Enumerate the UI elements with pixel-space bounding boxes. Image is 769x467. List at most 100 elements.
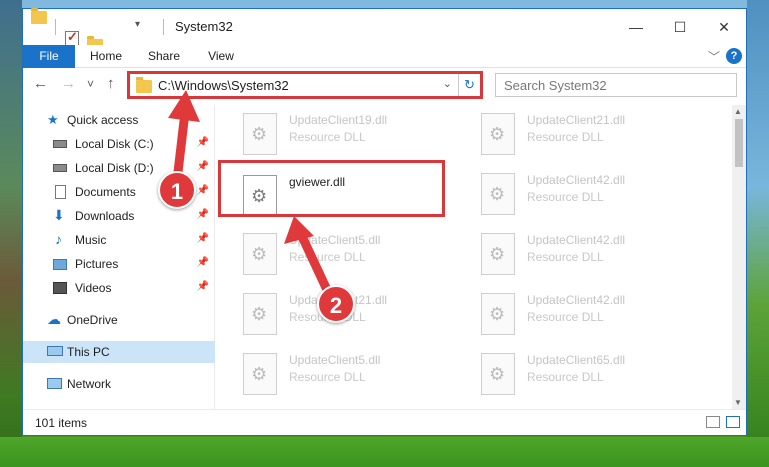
pin-icon[interactable]: 📌 — [197, 257, 209, 268]
file-item[interactable]: UpdateClient21.dll Resource DLL — [481, 111, 711, 161]
item-count: 101 items — [35, 416, 88, 430]
file-item[interactable]: UpdateClient65.dll Resource DLL — [481, 351, 711, 401]
dll-file-icon — [481, 293, 515, 335]
sidebar-item-label: Downloads — [75, 209, 135, 223]
divider — [55, 19, 56, 35]
pin-icon[interactable]: 📌 — [197, 137, 209, 148]
file-type: Resource DLL — [527, 190, 604, 204]
music-icon: ♪ — [55, 231, 62, 247]
file-type: Resource DLL — [527, 130, 604, 144]
sidebar-item-onedrive[interactable]: ☁ OneDrive — [23, 309, 215, 331]
file-item[interactable]: UpdateClient19.dll Resource DLL — [243, 111, 473, 161]
pin-icon[interactable]: 📌 — [197, 161, 209, 172]
file-list-pane: UpdateClient19.dll Resource DLL gviewer.… — [223, 105, 735, 409]
computer-icon — [47, 346, 63, 356]
desktop-background-right — [747, 0, 769, 467]
dll-file-icon — [481, 233, 515, 275]
search-input[interactable]: Search System32 — [495, 73, 737, 97]
status-bar: 101 items — [23, 409, 746, 435]
scrollbar-thumb[interactable] — [735, 119, 743, 167]
back-button[interactable]: ← — [33, 75, 48, 92]
sidebar-item-music[interactable]: ♪ Music 📌 — [23, 229, 215, 251]
file-item[interactable]: UpdateClient5.dll Resource DLL — [243, 351, 473, 401]
expand-ribbon-icon[interactable]: ﹀ — [708, 48, 720, 65]
dll-file-icon — [243, 293, 277, 335]
sidebar-item-local-disk-c[interactable]: Local Disk (C:) 📌 — [23, 133, 215, 155]
title-bar: ▾ System32 — ☐ ✕ — [23, 8, 746, 65]
large-icons-view-icon[interactable] — [726, 416, 740, 428]
file-highlight-box — [218, 160, 445, 217]
sidebar-item-label: This PC — [67, 345, 110, 359]
download-icon: ⬇ — [53, 207, 65, 223]
file-type: Resource DLL — [527, 370, 604, 384]
pin-icon[interactable]: 📌 — [197, 281, 209, 292]
dll-file-icon — [243, 113, 277, 155]
up-button[interactable]: ↑ — [107, 75, 115, 92]
dll-file-icon — [481, 353, 515, 395]
close-button[interactable]: ✕ — [704, 15, 744, 39]
sidebar-item-label: OneDrive — [67, 313, 118, 327]
file-item[interactable]: UpdateClient42.dll Resource DLL — [481, 291, 711, 341]
pin-icon[interactable]: 📌 — [197, 209, 209, 220]
file-type: Resource DLL — [289, 370, 366, 384]
ribbon-tabs: File Home Share View ﹀ ? — [23, 45, 746, 68]
scroll-down-icon[interactable]: ▼ — [734, 398, 742, 407]
sidebar-item-label: Music — [75, 233, 107, 247]
sidebar-item-label: Local Disk (D:) — [75, 161, 154, 175]
file-type: Resource DLL — [289, 250, 366, 264]
file-name: UpdateClient65.dll — [527, 353, 626, 367]
star-icon: ★ — [47, 112, 59, 127]
navigation-pane: ★ Quick access Local Disk (C:) 📌 Local D… — [23, 105, 215, 409]
file-item[interactable]: UpdateClient21.dll Resource DLL — [243, 291, 473, 341]
folder-icon — [31, 8, 47, 24]
vertical-scrollbar[interactable]: ▲ ▼ — [732, 105, 746, 409]
cloud-icon: ☁ — [47, 311, 61, 327]
sidebar-item-label: Pictures — [75, 257, 119, 271]
tab-file[interactable]: File — [23, 45, 75, 68]
step-badge-1: 1 — [158, 171, 196, 209]
file-type: Resource DLL — [527, 250, 604, 264]
file-name: UpdateClient5.dll — [289, 353, 381, 367]
videos-icon — [53, 282, 67, 294]
tab-share[interactable]: Share — [141, 45, 187, 68]
search-placeholder: Search System32 — [504, 78, 607, 93]
sidebar-item-videos[interactable]: Videos 📌 — [23, 277, 215, 299]
pictures-icon — [53, 259, 67, 270]
file-item[interactable]: UpdateClient42.dll Resource DLL — [481, 231, 711, 281]
sidebar-item-label: Documents — [75, 185, 136, 199]
file-name: UpdateClient42.dll — [527, 173, 626, 187]
sidebar-item-this-pc[interactable]: This PC — [23, 341, 215, 363]
sidebar-item-downloads[interactable]: ⬇ Downloads 📌 — [23, 205, 215, 227]
scroll-up-icon[interactable]: ▲ — [734, 107, 742, 116]
divider — [163, 19, 164, 35]
help-icon[interactable]: ? — [726, 48, 742, 64]
desktop-background-bottom — [0, 437, 769, 467]
sidebar-item-quick-access[interactable]: ★ Quick access — [23, 109, 215, 131]
sidebar-item-label: Local Disk (C:) — [75, 137, 154, 151]
tab-view[interactable]: View — [199, 45, 243, 68]
dll-file-icon — [243, 353, 277, 395]
forward-button[interactable]: → — [61, 75, 76, 92]
pin-icon[interactable]: 📌 — [197, 233, 209, 244]
file-type: Resource DLL — [289, 130, 366, 144]
chevron-down-icon[interactable]: ▾ — [135, 19, 140, 37]
file-item[interactable]: UpdateClient42.dll Resource DLL — [481, 171, 711, 221]
file-name: UpdateClient21.dll — [527, 113, 626, 127]
address-highlight-box — [127, 71, 483, 99]
tab-home[interactable]: Home — [83, 45, 129, 68]
sidebar-item-label: Quick access — [67, 113, 139, 127]
properties-check-icon[interactable] — [65, 29, 79, 46]
file-item[interactable]: UpdateClient5.dll Resource DLL — [243, 231, 473, 281]
maximize-button[interactable]: ☐ — [660, 15, 700, 39]
sidebar-item-pictures[interactable]: Pictures 📌 — [23, 253, 215, 275]
details-view-icon[interactable] — [706, 416, 720, 428]
pin-icon[interactable]: 📌 — [197, 185, 209, 196]
recent-locations-button[interactable]: ˅ — [87, 77, 94, 91]
minimize-button[interactable]: — — [616, 15, 656, 39]
step-badge-2: 2 — [317, 285, 355, 323]
dll-file-icon — [481, 173, 515, 215]
file-name: UpdateClient42.dll — [527, 233, 626, 247]
file-name: UpdateClient19.dll — [289, 113, 388, 127]
sidebar-item-network[interactable]: Network — [23, 373, 215, 395]
documents-icon — [55, 185, 66, 199]
